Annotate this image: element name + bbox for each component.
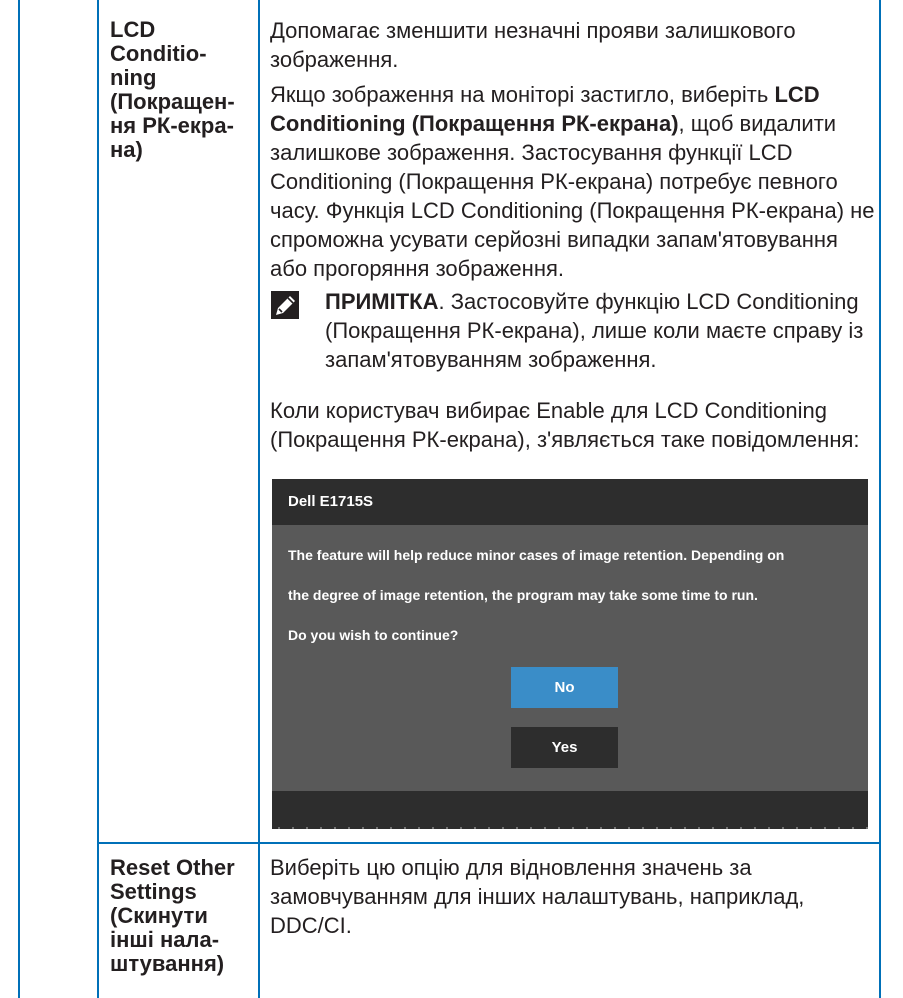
- label-line: Reset Other: [110, 855, 235, 880]
- label-line: Settings: [110, 879, 197, 904]
- note-label: ПРИМІТКА: [325, 289, 439, 314]
- osd-footer: [272, 791, 868, 829]
- text-prefix: Якщо зображення на моніторі застигло, ви…: [270, 82, 775, 107]
- paragraph-enable-message: Коли користувач вибирає Enable для LCD C…: [270, 398, 860, 452]
- label-line: ня РК-екра-: [110, 113, 234, 138]
- paragraph-intro: Допомагає зменшити незначні прояви залиш…: [270, 18, 796, 72]
- label-line: (Покращен-: [110, 89, 235, 114]
- pencil-note-icon: [271, 291, 299, 319]
- table-border-left: [18, 0, 20, 998]
- no-button[interactable]: No: [511, 667, 618, 708]
- row-label-reset-other-settings: Reset Other Settings (Скинути інші нала-…: [110, 856, 253, 976]
- text-suffix: , щоб видалити залишкове зображення. Зас…: [270, 111, 875, 281]
- paragraph-instructions: Якщо зображення на моніторі застигло, ви…: [270, 80, 880, 283]
- table-row-divider: [97, 842, 881, 844]
- yes-button[interactable]: Yes: [511, 727, 618, 768]
- osd-title: Dell E1715S: [288, 493, 374, 510]
- table-border-col1: [97, 0, 99, 998]
- label-line: (Скинути: [110, 903, 208, 928]
- label-line: інші нала-: [110, 927, 220, 952]
- note-text: ПРИМІТКА. Застосовуйте функцію LCD Condi…: [325, 287, 885, 374]
- osd-message-line-3: Do you wish to continue?: [288, 627, 459, 643]
- osd-dialog: Dell E1715S The feature will help reduce…: [272, 479, 868, 829]
- osd-message-line-2: the degree of image retention, the progr…: [288, 587, 758, 603]
- label-line: штування): [110, 951, 225, 976]
- label-line: на): [110, 137, 143, 162]
- table-border-col2: [258, 0, 260, 998]
- osd-message-line-1: The feature will help reduce minor cases…: [288, 547, 785, 563]
- label-line: LCD: [110, 17, 156, 42]
- label-line: Conditio-: [110, 41, 207, 66]
- label-line: ning: [110, 65, 157, 90]
- row-label-lcd-conditioning: LCD Conditio- ning (Покращен- ня РК-екра…: [110, 18, 253, 162]
- osd-titlebar: Dell E1715S: [272, 479, 868, 525]
- paragraph-reset-description: Виберіть цю опцію для відновлення значен…: [270, 855, 805, 938]
- osd-dotted-edge: [272, 827, 868, 829]
